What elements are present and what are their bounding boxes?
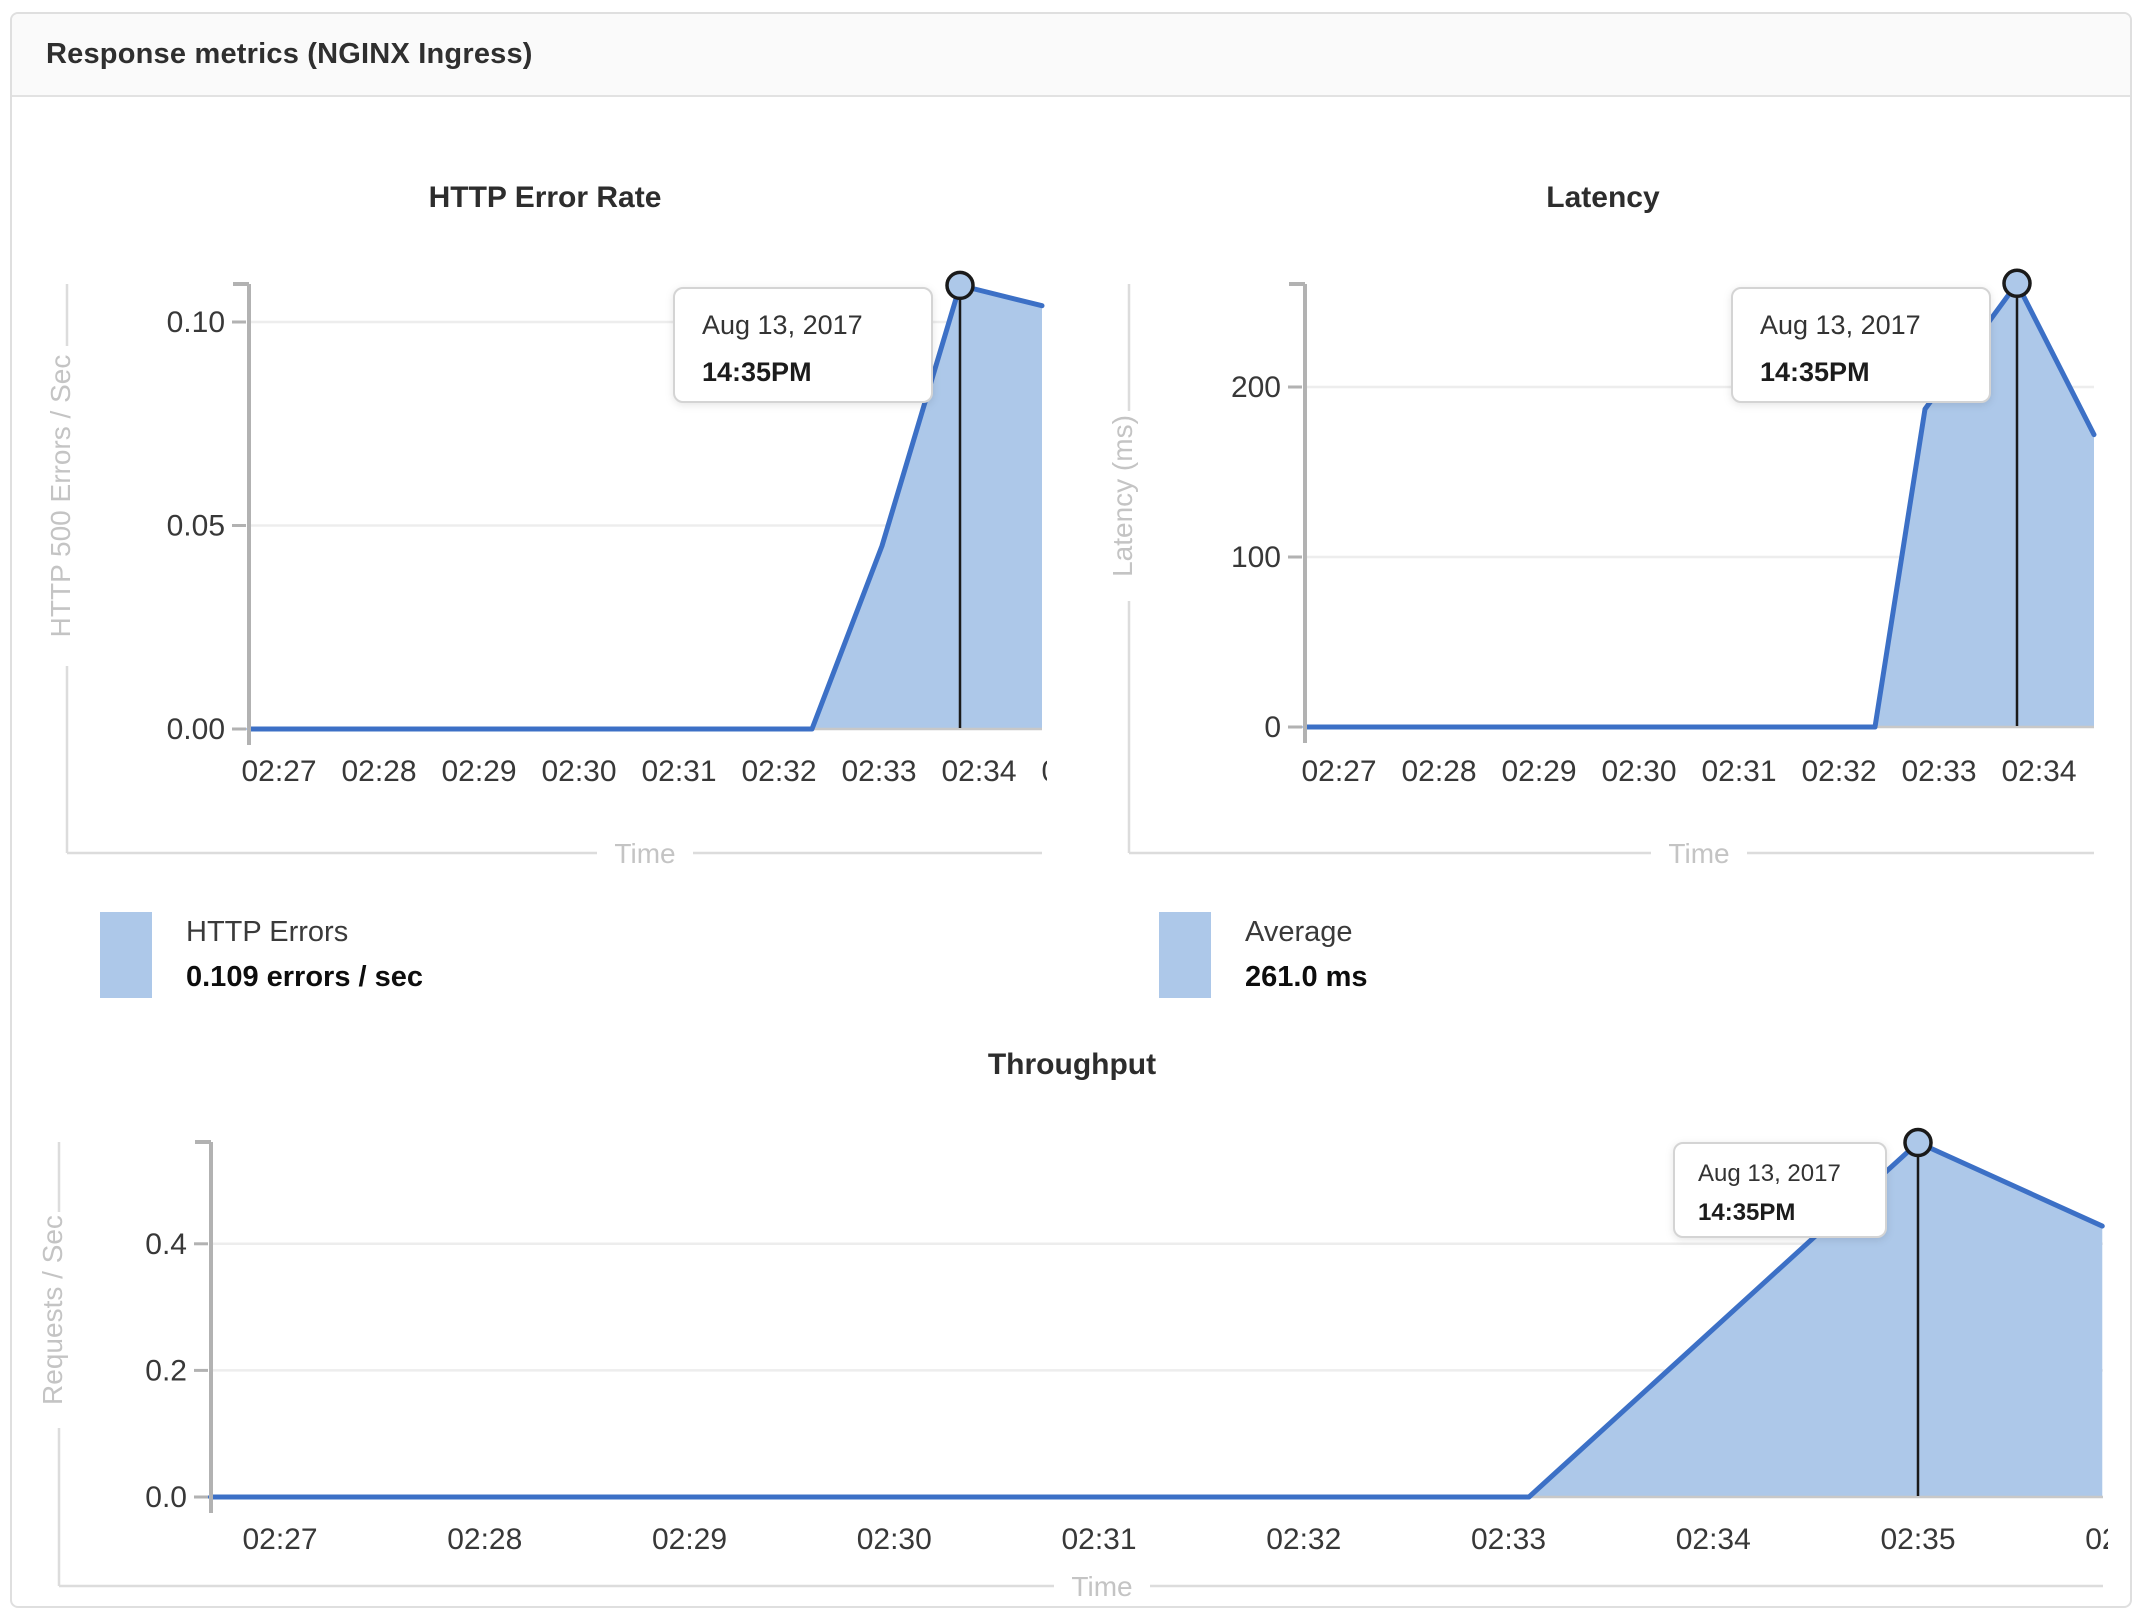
chart-title: Throughput	[988, 1048, 1156, 1081]
legend-label: HTTP Errors	[186, 916, 349, 948]
x-tick-label: 02:30	[541, 755, 616, 788]
x-tick-label: 02:35	[1880, 1523, 1955, 1556]
x-tick-label: 02:36	[2085, 1523, 2108, 1556]
http-errors-legend: HTTP Errors 0.109 errors / sec	[100, 912, 423, 998]
x-tick-label: 02:32	[741, 755, 816, 788]
tooltip-time: 14:35PM	[1698, 1199, 1795, 1226]
y-tick-label: 0.00	[167, 713, 225, 746]
x-tick-label: 02:33	[1901, 755, 1976, 788]
throughput-chart[interactable]: Requests / Sec Time Throughput 0.0 0.2 0.4 02:…	[12, 1032, 2108, 1608]
x-tick-label: 02:28	[1401, 755, 1476, 788]
tooltip-time: 14:35PM	[702, 357, 812, 387]
y-tick-label: 200	[1231, 371, 1281, 404]
x-tick-label: 02:33	[841, 755, 916, 788]
y-tick-label: 0.0	[145, 1481, 187, 1514]
y-axis-title: Latency (ms)	[1112, 415, 1138, 577]
x-axis-title: Time	[614, 838, 675, 869]
y-tick-label: 0.05	[167, 510, 225, 543]
response-metrics-page: Response metrics (NGINX Ingress) HTTP 50…	[0, 0, 2142, 1608]
tooltip-date: Aug 13, 2017	[1760, 310, 1921, 340]
hover-marker-point[interactable]	[1903, 1127, 1933, 1158]
x-tick-label: 02:31	[641, 755, 716, 788]
tooltip-date: Aug 13, 2017	[702, 310, 863, 340]
x-tick-label: 02:27	[242, 1523, 317, 1556]
x-tick-label: 02:29	[441, 755, 516, 788]
hover-marker-point[interactable]	[945, 270, 975, 301]
response-metrics-card: Response metrics (NGINX Ingress) HTTP 50…	[10, 12, 2132, 1608]
chart-title: HTTP Error Rate	[429, 181, 662, 214]
x-tick-label: 02:31	[1701, 755, 1776, 788]
x-tick-label: 02:34	[941, 755, 1016, 788]
hover-marker-point[interactable]	[2002, 268, 2032, 299]
y-tick-label: 0.4	[145, 1228, 187, 1261]
y-tick-label: 0	[1264, 711, 1281, 744]
latency-chart[interactable]: Latency (ms) Time Latency 0 100 200 02:27 02:28…	[1112, 97, 2098, 1032]
y-axis-title: HTTP 500 Errors / Sec	[45, 355, 76, 638]
legend-value: 261.0 ms	[1245, 961, 1368, 993]
x-tick-label: 02:28	[447, 1523, 522, 1556]
http-error-rate-chart[interactable]: HTTP 500 Errors / Sec Time HTTP Error Rate…	[12, 97, 1047, 1032]
card-header: Response metrics (NGINX Ingress)	[12, 14, 2130, 97]
legend-label: Average	[1245, 916, 1353, 948]
chart-title: Latency	[1546, 181, 1660, 214]
x-tick-label: 02:35	[1041, 755, 1047, 788]
x-tick-label: 02:29	[1501, 755, 1576, 788]
x-tick-label: 02:31	[1061, 1523, 1136, 1556]
x-axis-title: Time	[1668, 838, 1729, 869]
legend-swatch-icon	[100, 912, 152, 998]
x-tick-label: 02:30	[857, 1523, 932, 1556]
x-tick-label: 02:27	[1301, 755, 1376, 788]
y-tick-label: 0.10	[167, 306, 225, 339]
legend-text: Average 261.0 ms	[1245, 916, 1368, 994]
legend-value: 0.109 errors / sec	[186, 961, 424, 993]
x-tick-label: 02:32	[1801, 755, 1876, 788]
legend-text: HTTP Errors 0.109 errors / sec	[186, 916, 423, 994]
x-tick-label: 02:29	[652, 1523, 727, 1556]
x-tick-label: 02:30	[1601, 755, 1676, 788]
x-tick-label: 02:28	[341, 755, 416, 788]
x-tick-label: 02:33	[1471, 1523, 1546, 1556]
y-tick-label: 0.2	[145, 1354, 187, 1387]
x-axis-title: Time	[1071, 1571, 1132, 1602]
x-tick-label: 02:32	[1266, 1523, 1341, 1556]
y-axis-title: Requests / Sec	[37, 1215, 68, 1405]
x-tick-label: 02:34	[2001, 755, 2076, 788]
latency-average-legend: Average 261.0 ms	[1159, 912, 1368, 998]
x-tick-label: 02:34	[1676, 1523, 1751, 1556]
tooltip-date: Aug 13, 2017	[1698, 1160, 1841, 1187]
y-tick-label: 100	[1231, 541, 1281, 574]
x-tick-label: 02:27	[241, 755, 316, 788]
page-title: Response metrics (NGINX Ingress)	[46, 38, 533, 70]
legend-swatch-icon	[1159, 912, 1211, 998]
tooltip-time: 14:35PM	[1760, 357, 1870, 387]
